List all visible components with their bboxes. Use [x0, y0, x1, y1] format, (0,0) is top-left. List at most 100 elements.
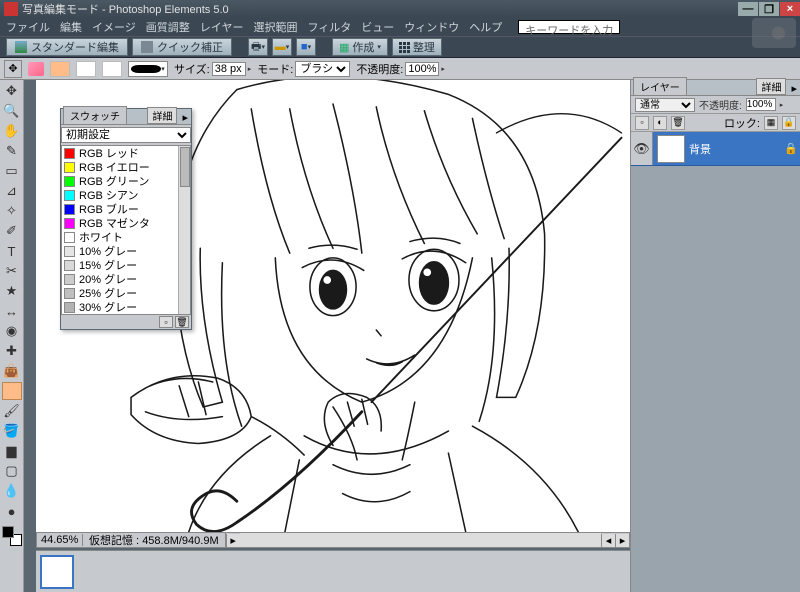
scroll-right[interactable]: ▸	[615, 534, 629, 547]
tab-quick-fix[interactable]: クイック補正	[132, 38, 232, 56]
tool-cookie[interactable]: ★	[2, 282, 22, 300]
tool-brush[interactable]: 🖌	[2, 402, 22, 420]
tool-healing[interactable]: ✚	[2, 342, 22, 360]
size-stepper[interactable]: ▸	[248, 65, 252, 73]
tool-straighten[interactable]: ↔	[2, 302, 22, 320]
layer-delete-button[interactable]: 🗑	[671, 116, 685, 130]
open-button[interactable]: ▬▾	[272, 38, 292, 56]
tool-eraser[interactable]	[2, 382, 22, 400]
swatches-menu-arrow[interactable]: ▸	[179, 111, 191, 124]
tool-blur[interactable]: 💧	[2, 482, 22, 500]
layer-opacity-stepper[interactable]: ▸	[780, 101, 784, 109]
blend-mode-select[interactable]: 通常	[635, 98, 695, 112]
print-button[interactable]: 🖶▾	[248, 38, 268, 56]
create-button[interactable]: ▦作成▾	[332, 38, 388, 56]
mode-label: モード:	[257, 61, 293, 77]
visibility-toggle[interactable]: 👁	[631, 132, 653, 165]
swatch-item[interactable]: 20% グレー	[62, 272, 190, 286]
close-button[interactable]: ×	[780, 2, 800, 16]
layer-row[interactable]: 👁 背景 🔒	[631, 132, 800, 166]
menu-select[interactable]: 選択範囲	[253, 19, 297, 35]
swatch-item[interactable]: ホワイト	[62, 230, 190, 244]
layer-name[interactable]: 背景	[689, 141, 782, 157]
tool-gradient[interactable]: ▆	[2, 442, 22, 460]
menu-image[interactable]: イメージ	[92, 19, 136, 35]
tool-bucket[interactable]: 🪣	[2, 422, 22, 440]
organize-button[interactable]: 整理	[392, 38, 442, 56]
tool-sponge[interactable]: ●	[2, 502, 22, 520]
layer-new-button[interactable]: ▫	[635, 116, 649, 130]
eraser-mode-3[interactable]	[102, 61, 122, 77]
layers-more-button[interactable]: 詳細	[756, 78, 786, 95]
swatch-item[interactable]: RGB イエロー	[62, 160, 190, 174]
tool-redeye[interactable]: ◉	[2, 322, 22, 340]
document-thumbnail[interactable]	[40, 555, 74, 589]
tool-zoom[interactable]: 🔍	[2, 102, 22, 120]
eraser-mode-1[interactable]	[50, 61, 70, 77]
create-icon: ▦	[339, 41, 349, 54]
swatch-delete-button[interactable]: 🗑	[175, 316, 189, 328]
minimize-button[interactable]: ―	[738, 2, 758, 16]
tool-type[interactable]: T	[2, 242, 22, 260]
swatch-item[interactable]: RGB シアン	[62, 188, 190, 202]
swatch-item[interactable]: 15% グレー	[62, 258, 190, 272]
brush-preset[interactable]: ▾	[128, 61, 168, 77]
status-menu-arrow[interactable]: ▸	[226, 534, 240, 547]
tool-shape[interactable]: ▢	[2, 462, 22, 480]
tool-clone[interactable]: 👜	[2, 362, 22, 380]
layers-menu-arrow[interactable]: ▸	[788, 82, 800, 95]
tool-hand[interactable]: ✋	[2, 122, 22, 140]
menu-file[interactable]: ファイル	[6, 19, 50, 35]
layer-opacity-input[interactable]	[746, 98, 776, 111]
foreground-background-color[interactable]	[2, 526, 22, 546]
zoom-level[interactable]: 44.65%	[37, 534, 83, 546]
lock-all-button[interactable]: 🔒	[782, 116, 796, 130]
scroll-left[interactable]: ◂	[601, 534, 615, 547]
memory-status: 仮想記憶 : 458.8M/940.9M	[83, 532, 226, 548]
swatch-item[interactable]: RGB グリーン	[62, 174, 190, 188]
menu-layer[interactable]: レイヤー	[200, 19, 244, 35]
opacity-stepper[interactable]: ▸	[441, 65, 445, 73]
eraser-mode-2[interactable]	[76, 61, 96, 77]
swatches-preset-select[interactable]: 初期設定	[61, 127, 191, 143]
swatch-item[interactable]: RGB マゼンタ	[62, 216, 190, 230]
tool-crop[interactable]: ✂	[2, 262, 22, 280]
menu-edit[interactable]: 編集	[60, 19, 82, 35]
tool-marquee[interactable]: ▭	[2, 162, 22, 180]
layer-adjust-button[interactable]: ◐	[653, 116, 667, 130]
tool-eyedropper[interactable]: ✎	[2, 142, 22, 160]
menu-enhance[interactable]: 画質調整	[146, 19, 190, 35]
swatch-label: 30% グレー	[79, 299, 137, 315]
size-input[interactable]	[212, 62, 246, 76]
maximize-button[interactable]: ❐	[759, 2, 779, 16]
swatch-item[interactable]: RGB ブルー	[62, 202, 190, 216]
menu-window[interactable]: ウィンドウ	[404, 19, 459, 35]
swatch-item[interactable]: 25% グレー	[62, 286, 190, 300]
swatch-item[interactable]: 30% グレー	[62, 300, 190, 314]
menu-help[interactable]: ヘルプ	[469, 19, 502, 35]
swatches-panel[interactable]: スウォッチ 詳細 ▸ 初期設定 RGB レッドRGB イエローRGB グリーンR…	[60, 108, 192, 330]
menu-view[interactable]: ビュー	[361, 19, 394, 35]
mode-select[interactable]: ブラシ	[295, 61, 350, 77]
swatch-item[interactable]: 10% グレー	[62, 244, 190, 258]
menu-filter[interactable]: フィルタ	[307, 19, 351, 35]
swatches-tab[interactable]: スウォッチ	[63, 106, 127, 124]
tab-standard-edit[interactable]: スタンダード編集	[6, 38, 128, 56]
tool-lasso[interactable]: ⊿	[2, 182, 22, 200]
status-bar: 44.65% 仮想記憶 : 458.8M/940.9M ▸ ◂ ▸	[36, 532, 630, 548]
swatch-chip	[64, 274, 75, 285]
opacity-input[interactable]	[405, 62, 439, 76]
layers-tab[interactable]: レイヤー	[633, 77, 687, 95]
tool-selection-brush[interactable]: ✐	[2, 222, 22, 240]
swatches-more-button[interactable]: 詳細	[147, 107, 177, 124]
titlebar: 写真編集モード - Photoshop Elements 5.0 ― ❐ ×	[0, 0, 800, 18]
swatch-item[interactable]: RGB レッド	[62, 146, 190, 160]
swatch-new-button[interactable]: ▫	[159, 316, 173, 328]
swatches-scrollbar[interactable]	[178, 146, 190, 314]
tool-magic-wand[interactable]: ✧	[2, 202, 22, 220]
tool-move[interactable]: ✥	[2, 82, 22, 100]
move-handle-icon[interactable]: ✥	[4, 60, 22, 78]
search-input[interactable]: キーワードを入力	[518, 20, 620, 34]
lock-transparent-button[interactable]: ▦	[764, 116, 778, 130]
save-button[interactable]: ■▾	[296, 38, 316, 56]
